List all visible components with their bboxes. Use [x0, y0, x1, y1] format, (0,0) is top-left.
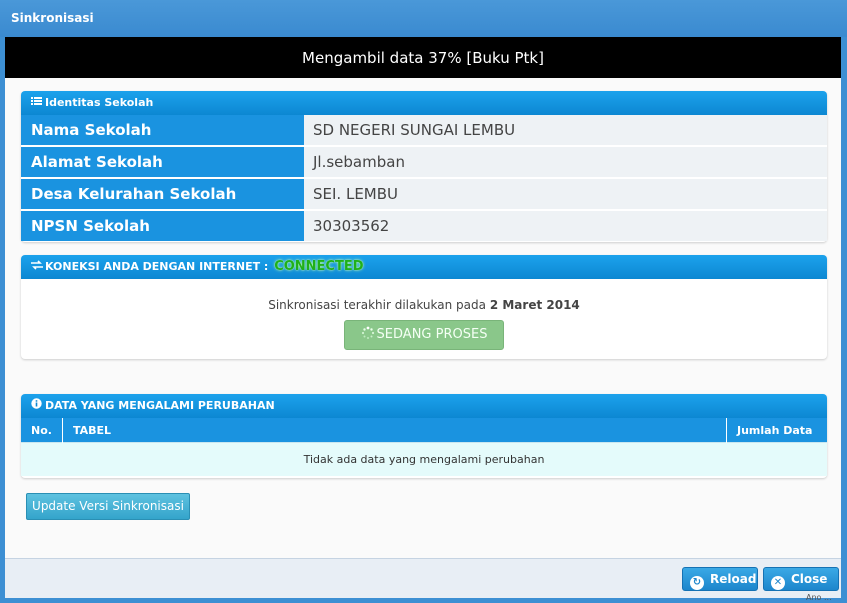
- koneksi-title: KONEKSI ANDA DENGAN INTERNET :: [45, 260, 269, 273]
- identitas-row: Nama Sekolah SD NEGERI SUNGAI LEMBU: [21, 115, 827, 147]
- col-jumlah-data[interactable]: Jumlah Data: [726, 418, 827, 443]
- reload-button[interactable]: ↻ Reload: [682, 567, 758, 591]
- col-no[interactable]: No.: [21, 418, 63, 443]
- dialog-footer: ↻ Reload ✕ Close: [5, 558, 841, 598]
- reload-label: Reload: [710, 572, 757, 586]
- identitas-title: Identitas Sekolah: [45, 96, 154, 109]
- table-header-row: No. TABEL Jumlah Data: [21, 418, 827, 443]
- spinner-icon: [361, 323, 375, 351]
- identitas-panel: Identitas Sekolah Nama Sekolah SD NEGERI…: [21, 91, 827, 242]
- alamat-sekolah-value: Jl.sebamban: [304, 147, 827, 177]
- close-label: Close: [791, 572, 828, 586]
- update-versi-button[interactable]: Update Versi Sinkronisasi: [26, 493, 190, 520]
- close-button[interactable]: ✕ Close: [763, 567, 839, 591]
- koneksi-panel: KONEKSI ANDA DENGAN INTERNET : CONNECTED…: [21, 255, 827, 359]
- perubahan-panel: DATA YANG MENGALAMI PERUBAHAN No. TABEL …: [21, 394, 827, 478]
- edge-text: Ano ...: [806, 593, 832, 602]
- identitas-panel-header: Identitas Sekolah: [21, 91, 827, 115]
- col-tabel[interactable]: TABEL: [62, 418, 728, 443]
- close-icon: ✕: [771, 576, 785, 590]
- last-sync-label: Sinkronisasi terakhir dilakukan pada: [268, 298, 486, 312]
- sync-dialog: Sinkronisasi Mengambil data 37% [Buku Pt…: [0, 0, 847, 603]
- perubahan-title: DATA YANG MENGALAMI PERUBAHAN: [45, 399, 275, 412]
- connection-status: CONNECTED: [274, 259, 364, 274]
- identitas-row: Alamat Sekolah Jl.sebamban: [21, 147, 827, 179]
- exchange-icon: [31, 255, 43, 279]
- alamat-sekolah-label: Alamat Sekolah: [21, 147, 304, 177]
- perubahan-table: No. TABEL Jumlah Data Tidak ada data yan…: [21, 418, 827, 476]
- table-row: Tidak ada data yang mengalami perubahan: [21, 442, 827, 476]
- desa-kelurahan-label: Desa Kelurahan Sekolah: [21, 179, 304, 209]
- nama-sekolah-value: SD NEGERI SUNGAI LEMBU: [304, 115, 827, 145]
- dialog-title: Sinkronisasi: [11, 11, 94, 25]
- last-sync-text: Sinkronisasi terakhir dilakukan pada 2 M…: [21, 298, 827, 312]
- npsn-value: 30303562: [304, 211, 827, 241]
- list-icon: [31, 91, 42, 115]
- info-icon: [31, 394, 42, 418]
- empty-message: Tidak ada data yang mengalami perubahan: [21, 442, 827, 476]
- desa-kelurahan-value: SEI. LEMBU: [304, 179, 827, 209]
- dialog-titlebar[interactable]: Sinkronisasi: [0, 0, 847, 37]
- refresh-icon: ↻: [690, 576, 704, 590]
- nama-sekolah-label: Nama Sekolah: [21, 115, 304, 145]
- identitas-row: Desa Kelurahan Sekolah SEI. LEMBU: [21, 179, 827, 211]
- npsn-label: NPSN Sekolah: [21, 211, 304, 241]
- progress-status: Mengambil data 37% [Buku Ptk]: [5, 37, 841, 78]
- identitas-row: NPSN Sekolah 30303562: [21, 211, 827, 242]
- koneksi-panel-header: KONEKSI ANDA DENGAN INTERNET : CONNECTED: [21, 255, 827, 279]
- sedang-proses-button[interactable]: SEDANG PROSES: [344, 320, 504, 350]
- last-sync-date: 2 Maret 2014: [489, 298, 580, 312]
- sedang-proses-label: SEDANG PROSES: [376, 327, 488, 342]
- perubahan-panel-header: DATA YANG MENGALAMI PERUBAHAN: [21, 394, 827, 418]
- dialog-body: Mengambil data 37% [Buku Ptk] Identitas …: [5, 37, 841, 558]
